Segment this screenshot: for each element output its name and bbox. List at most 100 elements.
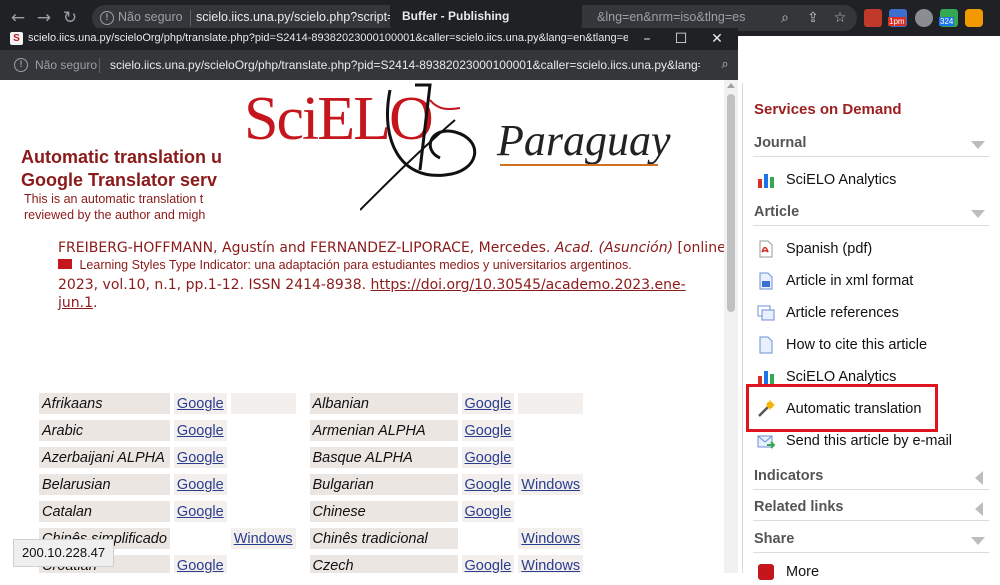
empty-cell [231,474,296,495]
citation-title: Learning Styles Type Indicator: una adap… [79,258,632,272]
item-label: SciELO Analytics [786,369,897,385]
logo-swirl-icon [360,83,477,211]
section-related-links[interactable]: Related links [753,497,989,521]
table-row: Belarusian Google Bulgarian Google Windows [39,474,584,495]
close-icon[interactable]: ✕ [700,28,734,50]
tab-buffer-publishing[interactable]: Buffer - Publishing [390,0,582,30]
section-label: Indicators [754,468,824,484]
empty-cell [518,420,583,441]
doi-link[interactable]: https://doi.org/10.30545/academo.2023.en… [371,277,686,293]
back-icon[interactable]: ← [6,6,30,30]
google-translate-link[interactable]: Google [461,555,515,573]
windows-translate-link[interactable]: Windows [230,528,296,549]
language-name: Afrikaans [39,393,170,414]
bookmark-star-icon[interactable]: ☆ [831,9,849,27]
extension-badge: 324 [939,17,955,26]
collapse-icon[interactable] [971,537,985,545]
empty-cell [462,528,515,549]
google-translate-link[interactable]: Google [173,474,227,495]
google-translate-link[interactable]: Google [461,447,515,468]
popup-scrollbar[interactable] [724,80,738,573]
zoom-icon[interactable]: ⌕ [716,56,734,74]
reload-icon[interactable]: ↻ [58,6,82,30]
pdf-icon [759,240,773,258]
section-journal[interactable]: Journal [753,133,989,157]
section-article[interactable]: Article [753,202,989,226]
sidebar-item-references[interactable]: Article references [757,302,987,326]
minimize-icon[interactable]: – [630,28,664,50]
tasks-extension-icon[interactable]: 324 [939,9,958,27]
language-name: Belarusian [39,474,170,495]
doi-link-cont[interactable]: jun.1 [58,295,93,311]
sidebar-item-xml[interactable]: Article in xml format [757,270,987,294]
citation-authors: FREIBERG-HOFFMANN, Agustín and FERNANDEZ… [58,240,551,256]
citation-line-4: jun.1. [58,295,97,311]
windows-translate-link[interactable]: Windows [518,528,584,549]
xml-icon [759,272,773,290]
share-icon[interactable]: ⇪ [804,9,822,27]
item-label: Send this article by e-mail [786,433,953,449]
empty-cell [518,393,584,414]
maximize-icon[interactable]: ☐ [664,28,698,50]
expand-icon[interactable] [975,471,983,485]
table-row: Arabic Google Armenian ALPHA Google [39,420,583,441]
empty-cell [518,501,583,522]
collapse-icon[interactable] [971,141,985,149]
item-label: More [786,564,820,580]
arrow-extension-icon[interactable] [965,9,983,27]
popup-address-bar[interactable]: ! Não seguro scielo.iics.una.py/scieloOr… [0,50,738,80]
language-name: Bulgarian [309,474,458,495]
empty-cell [300,420,306,441]
scroll-up-icon[interactable] [727,83,735,88]
language-name: Czech [309,555,458,573]
windows-translate-link[interactable]: Windows [518,555,584,573]
empty-cell [300,474,306,495]
empty-cell [518,447,583,468]
google-translate-link[interactable]: Google [461,474,515,495]
citation-journal: Acad. (Asunción) [554,240,674,256]
sidebar-item-cite[interactable]: How to cite this article [757,334,987,358]
security-label: Não seguro [118,10,183,24]
m-extension-icon[interactable] [915,9,933,27]
table-row: Catalan Google Chinese Google [39,501,583,522]
sidebar-item-analytics[interactable]: SciELO Analytics [757,169,987,193]
expand-icon[interactable] [975,502,983,516]
google-translate-link[interactable]: Google [173,393,227,414]
sidebar-item-email[interactable]: Send this article by e-mail [757,430,987,454]
empty-cell [300,501,306,522]
windows-translate-link[interactable]: Windows [518,474,584,495]
zoom-icon[interactable]: ⌕ [776,9,794,27]
empty-cell [231,420,296,441]
scrollbar-thumb[interactable] [727,94,735,312]
citation-line-1: FREIBERG-HOFFMANN, Agustín and FERNANDEZ… [58,240,731,256]
empty-cell [231,555,296,573]
table-row: CroatianGoogleCzechGoogleWindows [39,555,584,573]
google-translate-link[interactable]: Google [173,420,227,441]
translation-popup-window: S scielo.iics.una.py/scieloOrg/php/trans… [0,28,738,573]
popup-window-title: scielo.iics.una.py/scieloOrg/php/transla… [28,32,628,44]
security-warning-icon[interactable]: ! [100,11,114,25]
security-warning-icon[interactable]: ! [14,58,28,72]
extension-icon[interactable] [864,9,882,27]
language-name: Albanian [309,393,458,414]
collapse-icon[interactable] [971,210,985,218]
sidebar-item-pdf[interactable]: Spanish (pdf) [757,238,987,262]
status-bar-url: 200.10.228.47 [13,539,115,567]
google-translate-link[interactable]: Google [461,420,515,441]
google-translate-link[interactable]: Google [173,501,227,522]
forward-icon[interactable]: → [32,6,56,30]
google-translate-link[interactable]: Google [461,501,515,522]
sidebar-item-more[interactable]: More [757,561,987,585]
google-translate-link[interactable]: Google [173,555,227,573]
google-translate-link[interactable]: Google [173,447,227,468]
section-share[interactable]: Share [753,529,989,553]
empty-cell [174,528,227,549]
popup-content: Automatic translation u Google Translato… [0,80,738,573]
section-label: Related links [754,499,844,515]
security-label: Não seguro [35,58,98,72]
section-indicators[interactable]: Indicators [753,466,989,490]
calendar-extension-icon[interactable]: 1pm [888,9,907,27]
bar-chart-icon [758,174,774,188]
address-url-tail: &lng=en&nrm=iso&tlng=es [597,10,746,24]
google-translate-link[interactable]: Google [461,393,515,414]
